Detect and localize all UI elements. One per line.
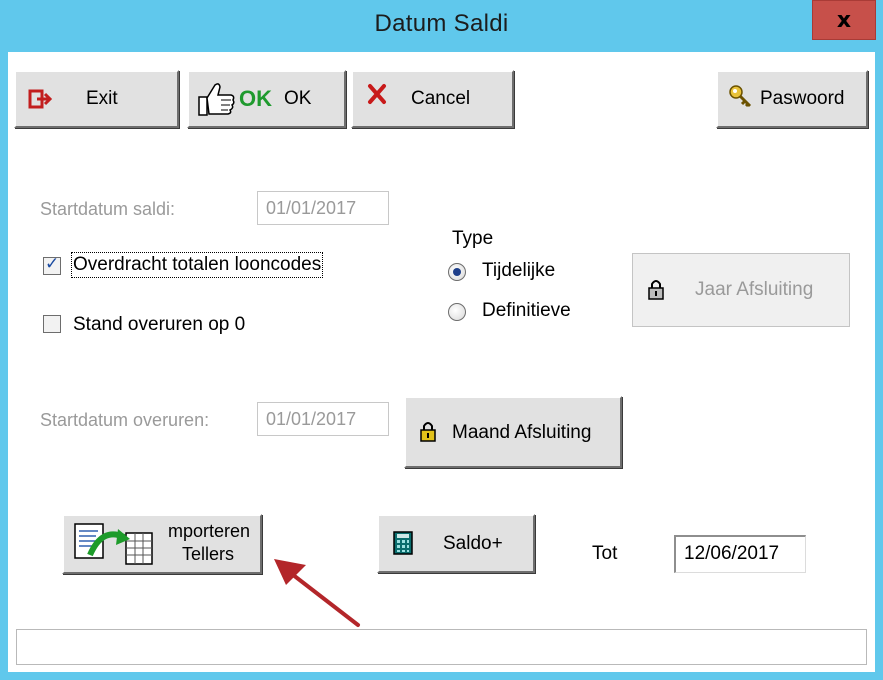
exit-button[interactable]: Exit	[14, 70, 179, 128]
startdatum-saldi-label: Startdatum saldi:	[40, 199, 176, 219]
maand-afsluiting-button[interactable]: Maand Afsluiting	[404, 396, 622, 468]
importeren-label-line2: Tellers	[182, 544, 235, 564]
thumbs-up-icon	[198, 83, 235, 116]
cancel-x-icon	[368, 84, 386, 104]
overdracht-label: Overdracht totalen looncodes	[70, 252, 324, 278]
startdatum-overuren-label: Startdatum overuren:	[40, 410, 210, 430]
password-button[interactable]: Paswoord	[716, 70, 868, 128]
close-button[interactable]: x	[812, 0, 876, 40]
cancel-button[interactable]: Cancel	[351, 70, 514, 128]
saldo-plus-button[interactable]: Saldo+	[377, 514, 535, 573]
jaar-afsluiting-label: Jaar Afsluiting	[695, 279, 814, 300]
status-bar	[16, 629, 867, 665]
lock-icon	[420, 422, 436, 442]
importeren-label-line1: mporteren	[168, 521, 251, 541]
exit-icon	[28, 89, 53, 109]
ok-label: OK	[284, 88, 312, 109]
calculator-icon	[393, 531, 413, 555]
maand-afsluiting-label: Maand Afsluiting	[452, 422, 592, 443]
importeren-tellers-button[interactable]: mporteren Tellers	[62, 514, 262, 574]
overdracht-checkbox[interactable]	[43, 254, 61, 275]
type-radio-tijdelijke[interactable]	[448, 263, 466, 281]
startdatum-saldi-field: 01/01/2017	[257, 191, 389, 225]
type-option-tijdelijke: Tijdelijke	[482, 260, 556, 281]
dialog-client-area: Exit OK OK Cancel Paswoord Startdatum sa…	[8, 52, 875, 672]
import-icon	[74, 523, 153, 565]
ok-button[interactable]: OK OK	[187, 70, 346, 128]
stand-overuren-checkbox[interactable]	[43, 315, 61, 333]
lock-icon	[648, 280, 664, 300]
ok-icon-text: OK	[239, 86, 272, 111]
type-radio-definitieve[interactable]	[448, 303, 466, 321]
dialog-window: Datum Saldi x Exit OK OK Cancel Paswoord…	[0, 0, 883, 680]
exit-label: Exit	[86, 88, 118, 109]
stand-overuren-label: Stand overuren op 0	[73, 314, 246, 335]
window-title: Datum Saldi	[374, 10, 509, 37]
saldo-plus-label: Saldo+	[443, 533, 503, 554]
password-label: Paswoord	[760, 88, 845, 109]
cancel-label: Cancel	[411, 88, 471, 109]
tot-date-input[interactable]: 12/06/2017	[674, 535, 806, 573]
arrow-annotation	[274, 559, 360, 627]
key-icon	[729, 85, 752, 108]
tot-label: Tot	[592, 543, 618, 564]
startdatum-overuren-field: 01/01/2017	[257, 402, 389, 436]
type-option-definitieve: Definitieve	[482, 300, 571, 321]
title-bar: Datum Saldi x	[0, 0, 883, 52]
jaar-afsluiting-button[interactable]: Jaar Afsluiting	[632, 253, 850, 327]
type-label: Type	[452, 228, 494, 249]
